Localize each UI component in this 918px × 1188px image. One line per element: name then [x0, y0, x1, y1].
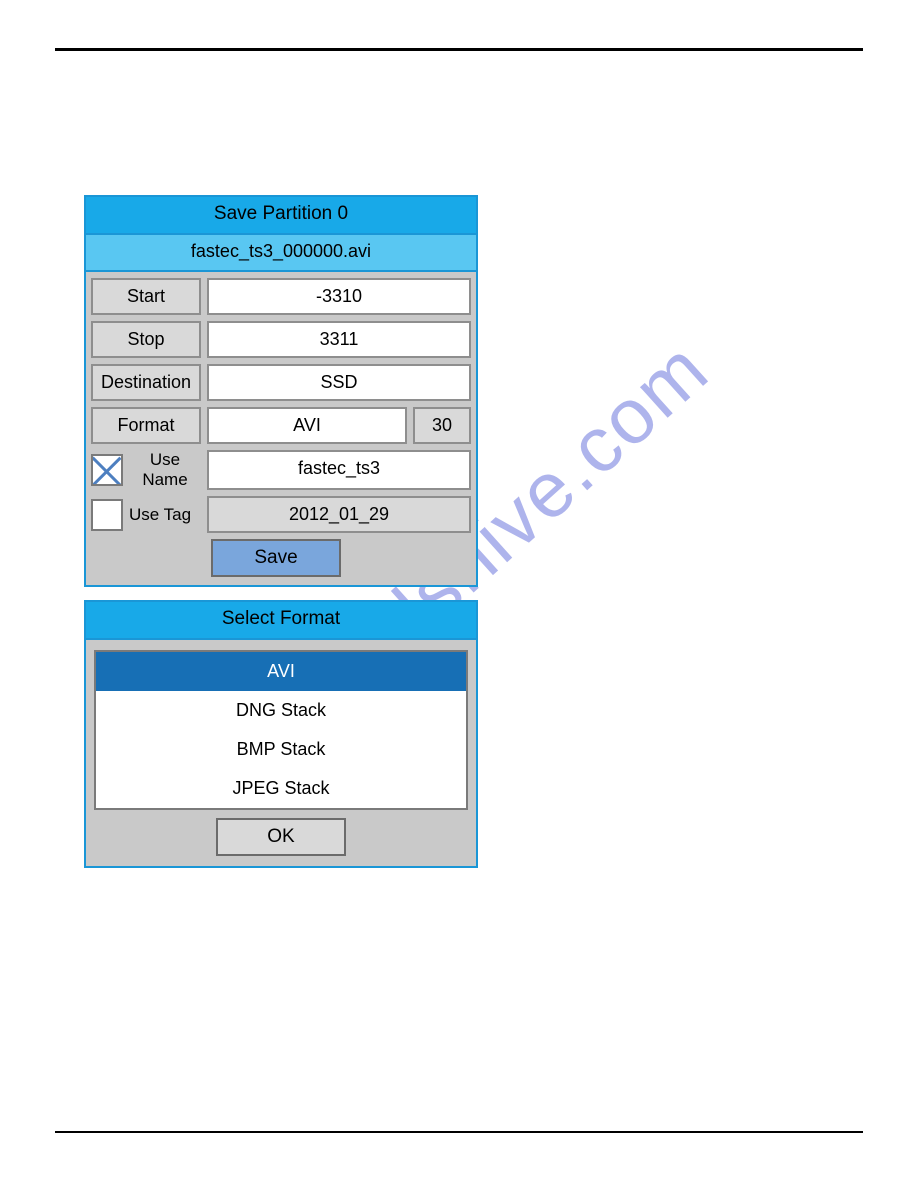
use-name-label: Use Name [129, 450, 201, 490]
stop-button[interactable]: Stop [91, 321, 201, 358]
destination-button[interactable]: Destination [91, 364, 201, 401]
use-tag-label: Use Tag [129, 505, 191, 525]
start-value[interactable]: -3310 [207, 278, 471, 315]
select-format-body: AVI DNG Stack BMP Stack JPEG Stack OK [86, 640, 476, 866]
save-partition-panel: Save Partition 0 fastec_ts3_000000.avi S… [84, 195, 478, 587]
use-name-checkbox[interactable] [91, 454, 123, 486]
save-row: Save [91, 539, 471, 577]
save-button[interactable]: Save [211, 539, 341, 577]
bottom-rule [55, 1131, 863, 1133]
use-tag-label-group: Use Tag [91, 496, 201, 533]
use-tag-checkbox[interactable] [91, 499, 123, 531]
format-row: Format AVI 30 [91, 407, 471, 444]
use-name-value[interactable]: fastec_ts3 [207, 450, 471, 490]
stop-value[interactable]: 3311 [207, 321, 471, 358]
use-tag-value[interactable]: 2012_01_29 [207, 496, 471, 533]
select-format-panel: Select Format AVI DNG Stack BMP Stack JP… [84, 600, 478, 868]
save-spacer [91, 539, 211, 577]
format-item-avi[interactable]: AVI [96, 652, 466, 691]
top-rule [55, 48, 863, 51]
start-row: Start -3310 [91, 278, 471, 315]
fps-value[interactable]: 30 [413, 407, 471, 444]
save-panel-title: Save Partition 0 [86, 197, 476, 235]
destination-row: Destination SSD [91, 364, 471, 401]
ok-row: OK [94, 818, 468, 856]
format-list: AVI DNG Stack BMP Stack JPEG Stack [94, 650, 468, 810]
format-item-jpeg[interactable]: JPEG Stack [96, 769, 466, 808]
use-name-label-group: Use Name [91, 450, 201, 490]
stop-row: Stop 3311 [91, 321, 471, 358]
format-item-dng[interactable]: DNG Stack [96, 691, 466, 730]
ok-button[interactable]: OK [216, 818, 346, 856]
use-tag-row: Use Tag 2012_01_29 [91, 496, 471, 533]
format-value[interactable]: AVI [207, 407, 407, 444]
destination-value[interactable]: SSD [207, 364, 471, 401]
use-name-row: Use Name fastec_ts3 [91, 450, 471, 490]
start-button[interactable]: Start [91, 278, 201, 315]
format-item-bmp[interactable]: BMP Stack [96, 730, 466, 769]
save-panel-body: Start -3310 Stop 3311 Destination SSD Fo… [86, 272, 476, 585]
format-button[interactable]: Format [91, 407, 201, 444]
select-format-title: Select Format [86, 602, 476, 640]
filename-bar: fastec_ts3_000000.avi [86, 235, 476, 272]
